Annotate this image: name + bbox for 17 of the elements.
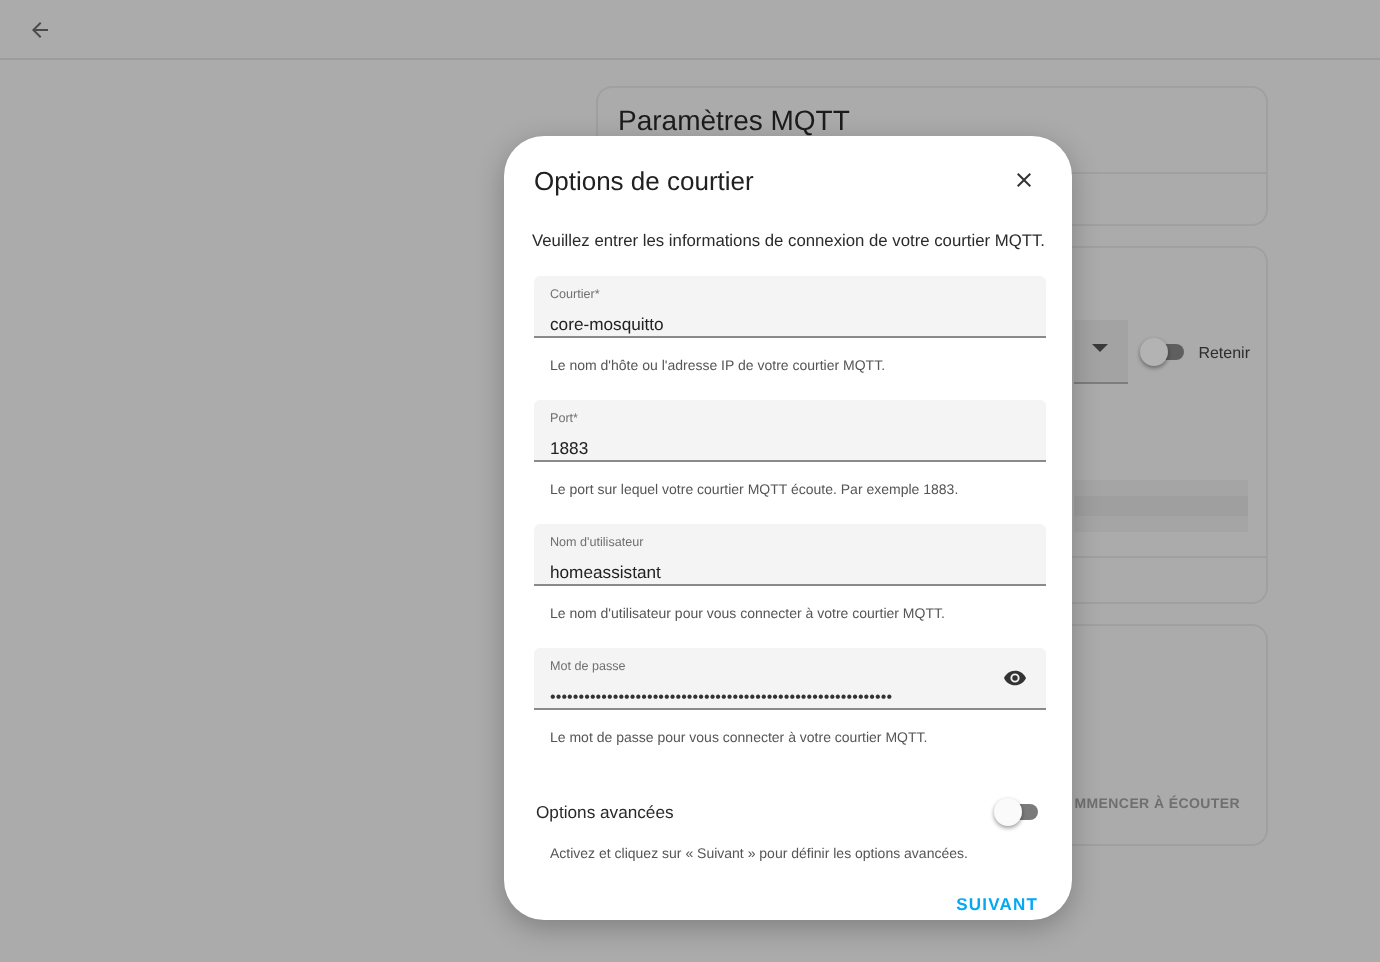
field-value: core-mosquitto bbox=[550, 314, 664, 336]
topic-dropdown[interactable] bbox=[1074, 320, 1129, 384]
advanced-options-label: Options avancées bbox=[536, 802, 674, 822]
caret-icon bbox=[1092, 344, 1109, 354]
payload-field[interactable] bbox=[1074, 480, 1248, 532]
advanced-options-switch[interactable] bbox=[994, 798, 1038, 826]
field-value: homeassistant bbox=[550, 562, 661, 584]
password-value: •••••••••••••••••••••••••••••••••••••••••••••••••••••••••••• bbox=[550, 686, 893, 708]
close-icon[interactable] bbox=[1012, 168, 1036, 192]
dialog-title: Options de courtier bbox=[534, 165, 754, 195]
retain-switch[interactable] bbox=[1140, 338, 1185, 366]
dialog-description: Veuillez entrer les informations de connexion de votre courtier MQTT. bbox=[532, 228, 1045, 252]
field-value: 1883 bbox=[550, 438, 589, 460]
switch-label: Retenir bbox=[1198, 343, 1250, 361]
card-title: Paramètres MQTT bbox=[618, 104, 850, 136]
eye-icon[interactable] bbox=[1004, 670, 1026, 686]
back-arrow-icon[interactable] bbox=[28, 17, 52, 41]
